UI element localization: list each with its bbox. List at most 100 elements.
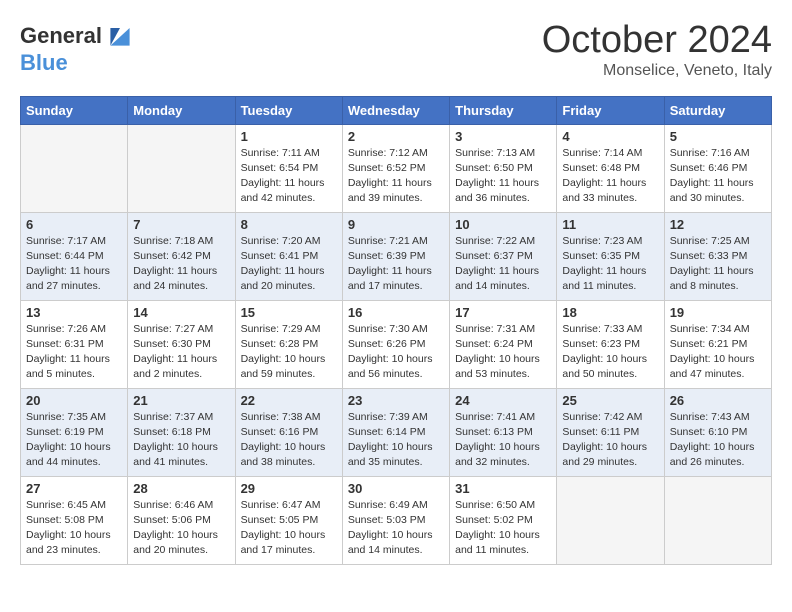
day-info: Sunrise: 7:25 AM Sunset: 6:33 PM Dayligh… [670,234,766,295]
calendar-cell: 18Sunrise: 7:33 AM Sunset: 6:23 PM Dayli… [557,300,664,388]
day-number: 8 [241,217,337,232]
day-info: Sunrise: 7:43 AM Sunset: 6:10 PM Dayligh… [670,410,766,471]
calendar-cell: 11Sunrise: 7:23 AM Sunset: 6:35 PM Dayli… [557,212,664,300]
calendar-cell [128,124,235,212]
logo-icon [104,20,136,52]
logo: General Blue [20,20,136,74]
day-header-thursday: Thursday [450,96,557,124]
day-info: Sunrise: 7:42 AM Sunset: 6:11 PM Dayligh… [562,410,658,471]
logo-blue: Blue [20,52,136,74]
day-number: 10 [455,217,551,232]
day-info: Sunrise: 7:29 AM Sunset: 6:28 PM Dayligh… [241,322,337,383]
day-info: Sunrise: 7:26 AM Sunset: 6:31 PM Dayligh… [26,322,122,383]
day-info: Sunrise: 7:41 AM Sunset: 6:13 PM Dayligh… [455,410,551,471]
calendar-cell: 10 Sunrise: 7:22 AM Sunset: 6:37 PM Dayli… [450,212,557,300]
calendar-cell: 8 Sunrise: 7:20 AM Sunset: 6:41 PM Daylig… [235,212,342,300]
day-info: Sunrise: 7:22 AM Sunset: 6:37 PM Dayligh… [455,234,551,295]
calendar-cell: 5Sunrise: 7:16 AM Sunset: 6:46 PM Daylig… [664,124,771,212]
day-header-saturday: Saturday [664,96,771,124]
day-info: Sunrise: 7:18 AM Sunset: 6:42 PM Dayligh… [133,234,229,295]
day-number: 26 [670,393,766,408]
calendar-header-row: SundayMondayTuesdayWednesdayThursdayFrid… [21,96,772,124]
day-header-monday: Monday [128,96,235,124]
day-number: 31 [455,481,551,496]
calendar-cell: 23 Sunrise: 7:39 AM Sunset: 6:14 PM Dayli… [342,388,449,476]
day-info: Sunrise: 7:17 AM Sunset: 6:44 PM Dayligh… [26,234,122,295]
day-number: 30 [348,481,444,496]
calendar-cell [557,476,664,564]
day-info: Sunrise: 6:45 AM Sunset: 5:08 PM Dayligh… [26,498,122,559]
day-number: 24 [455,393,551,408]
calendar-cell: 24 Sunrise: 7:41 AM Sunset: 6:13 PM Dayli… [450,388,557,476]
calendar-cell: 29Sunrise: 6:47 AM Sunset: 5:05 PM Dayli… [235,476,342,564]
day-number: 2 [348,129,444,144]
day-number: 1 [241,129,337,144]
calendar-cell: 12 Sunrise: 7:25 AM Sunset: 6:33 PM Dayli… [664,212,771,300]
calendar-cell: 2Sunrise: 7:12 AM Sunset: 6:52 PM Daylig… [342,124,449,212]
day-number: 21 [133,393,229,408]
calendar-cell: 19Sunrise: 7:34 AM Sunset: 6:21 PM Dayli… [664,300,771,388]
calendar-cell: 7 Sunrise: 7:18 AM Sunset: 6:42 PM Daylig… [128,212,235,300]
calendar-cell: 30 Sunrise: 6:49 AM Sunset: 5:03 PM Dayli… [342,476,449,564]
day-info: Sunrise: 7:16 AM Sunset: 6:46 PM Dayligh… [670,146,766,207]
calendar-cell: 22Sunrise: 7:38 AM Sunset: 6:16 PM Dayli… [235,388,342,476]
logo-general: General [20,23,102,48]
calendar-body: 1Sunrise: 7:11 AM Sunset: 6:54 PM Daylig… [21,124,772,564]
calendar-cell: 20Sunrise: 7:35 AM Sunset: 6:19 PM Dayli… [21,388,128,476]
day-number: 11 [562,217,658,232]
day-number: 27 [26,481,122,496]
day-number: 20 [26,393,122,408]
day-info: Sunrise: 7:37 AM Sunset: 6:18 PM Dayligh… [133,410,229,471]
day-number: 13 [26,305,122,320]
calendar-cell: 1Sunrise: 7:11 AM Sunset: 6:54 PM Daylig… [235,124,342,212]
day-info: Sunrise: 7:30 AM Sunset: 6:26 PM Dayligh… [348,322,444,383]
calendar-cell: 15 Sunrise: 7:29 AM Sunset: 6:28 PM Dayli… [235,300,342,388]
day-header-friday: Friday [557,96,664,124]
day-info: Sunrise: 7:13 AM Sunset: 6:50 PM Dayligh… [455,146,551,207]
day-info: Sunrise: 6:50 AM Sunset: 5:02 PM Dayligh… [455,498,551,559]
calendar-cell: 4Sunrise: 7:14 AM Sunset: 6:48 PM Daylig… [557,124,664,212]
day-number: 7 [133,217,229,232]
calendar-cell [21,124,128,212]
day-number: 17 [455,305,551,320]
calendar-cell: 16 Sunrise: 7:30 AM Sunset: 6:26 PM Dayli… [342,300,449,388]
day-number: 4 [562,129,658,144]
day-number: 23 [348,393,444,408]
day-number: 28 [133,481,229,496]
calendar-week-row: 27 Sunrise: 6:45 AM Sunset: 5:08 PM Dayli… [21,476,772,564]
day-number: 15 [241,305,337,320]
calendar-cell: 13 Sunrise: 7:26 AM Sunset: 6:31 PM Dayli… [21,300,128,388]
day-number: 3 [455,129,551,144]
day-info: Sunrise: 7:31 AM Sunset: 6:24 PM Dayligh… [455,322,551,383]
calendar-cell: 6 Sunrise: 7:17 AM Sunset: 6:44 PM Daylig… [21,212,128,300]
page-header: General Blue October 2024 Monselice, Ven… [20,20,772,80]
calendar-week-row: 13 Sunrise: 7:26 AM Sunset: 6:31 PM Dayli… [21,300,772,388]
day-number: 25 [562,393,658,408]
day-number: 22 [241,393,337,408]
calendar-cell: 14Sunrise: 7:27 AM Sunset: 6:30 PM Dayli… [128,300,235,388]
day-number: 6 [26,217,122,232]
calendar-week-row: 6 Sunrise: 7:17 AM Sunset: 6:44 PM Daylig… [21,212,772,300]
day-info: Sunrise: 7:39 AM Sunset: 6:14 PM Dayligh… [348,410,444,471]
calendar-cell: 3 Sunrise: 7:13 AM Sunset: 6:50 PM Daylig… [450,124,557,212]
day-info: Sunrise: 6:47 AM Sunset: 5:05 PM Dayligh… [241,498,337,559]
calendar-cell: 25 Sunrise: 7:42 AM Sunset: 6:11 PM Dayli… [557,388,664,476]
calendar-cell: 27 Sunrise: 6:45 AM Sunset: 5:08 PM Dayli… [21,476,128,564]
day-info: Sunrise: 6:49 AM Sunset: 5:03 PM Dayligh… [348,498,444,559]
day-number: 9 [348,217,444,232]
calendar-cell: 26 Sunrise: 7:43 AM Sunset: 6:10 PM Dayli… [664,388,771,476]
day-info: Sunrise: 6:46 AM Sunset: 5:06 PM Dayligh… [133,498,229,559]
location-title: Monselice, Veneto, Italy [542,62,772,80]
calendar-week-row: 20Sunrise: 7:35 AM Sunset: 6:19 PM Dayli… [21,388,772,476]
day-number: 16 [348,305,444,320]
title-block: October 2024 Monselice, Veneto, Italy [542,20,772,80]
day-info: Sunrise: 7:20 AM Sunset: 6:41 PM Dayligh… [241,234,337,295]
calendar-cell: 21 Sunrise: 7:37 AM Sunset: 6:18 PM Dayli… [128,388,235,476]
day-number: 12 [670,217,766,232]
calendar-cell: 17 Sunrise: 7:31 AM Sunset: 6:24 PM Dayli… [450,300,557,388]
calendar-table: SundayMondayTuesdayWednesdayThursdayFrid… [20,96,772,565]
day-info: Sunrise: 7:21 AM Sunset: 6:39 PM Dayligh… [348,234,444,295]
day-header-sunday: Sunday [21,96,128,124]
day-number: 14 [133,305,229,320]
month-title: October 2024 [542,20,772,62]
